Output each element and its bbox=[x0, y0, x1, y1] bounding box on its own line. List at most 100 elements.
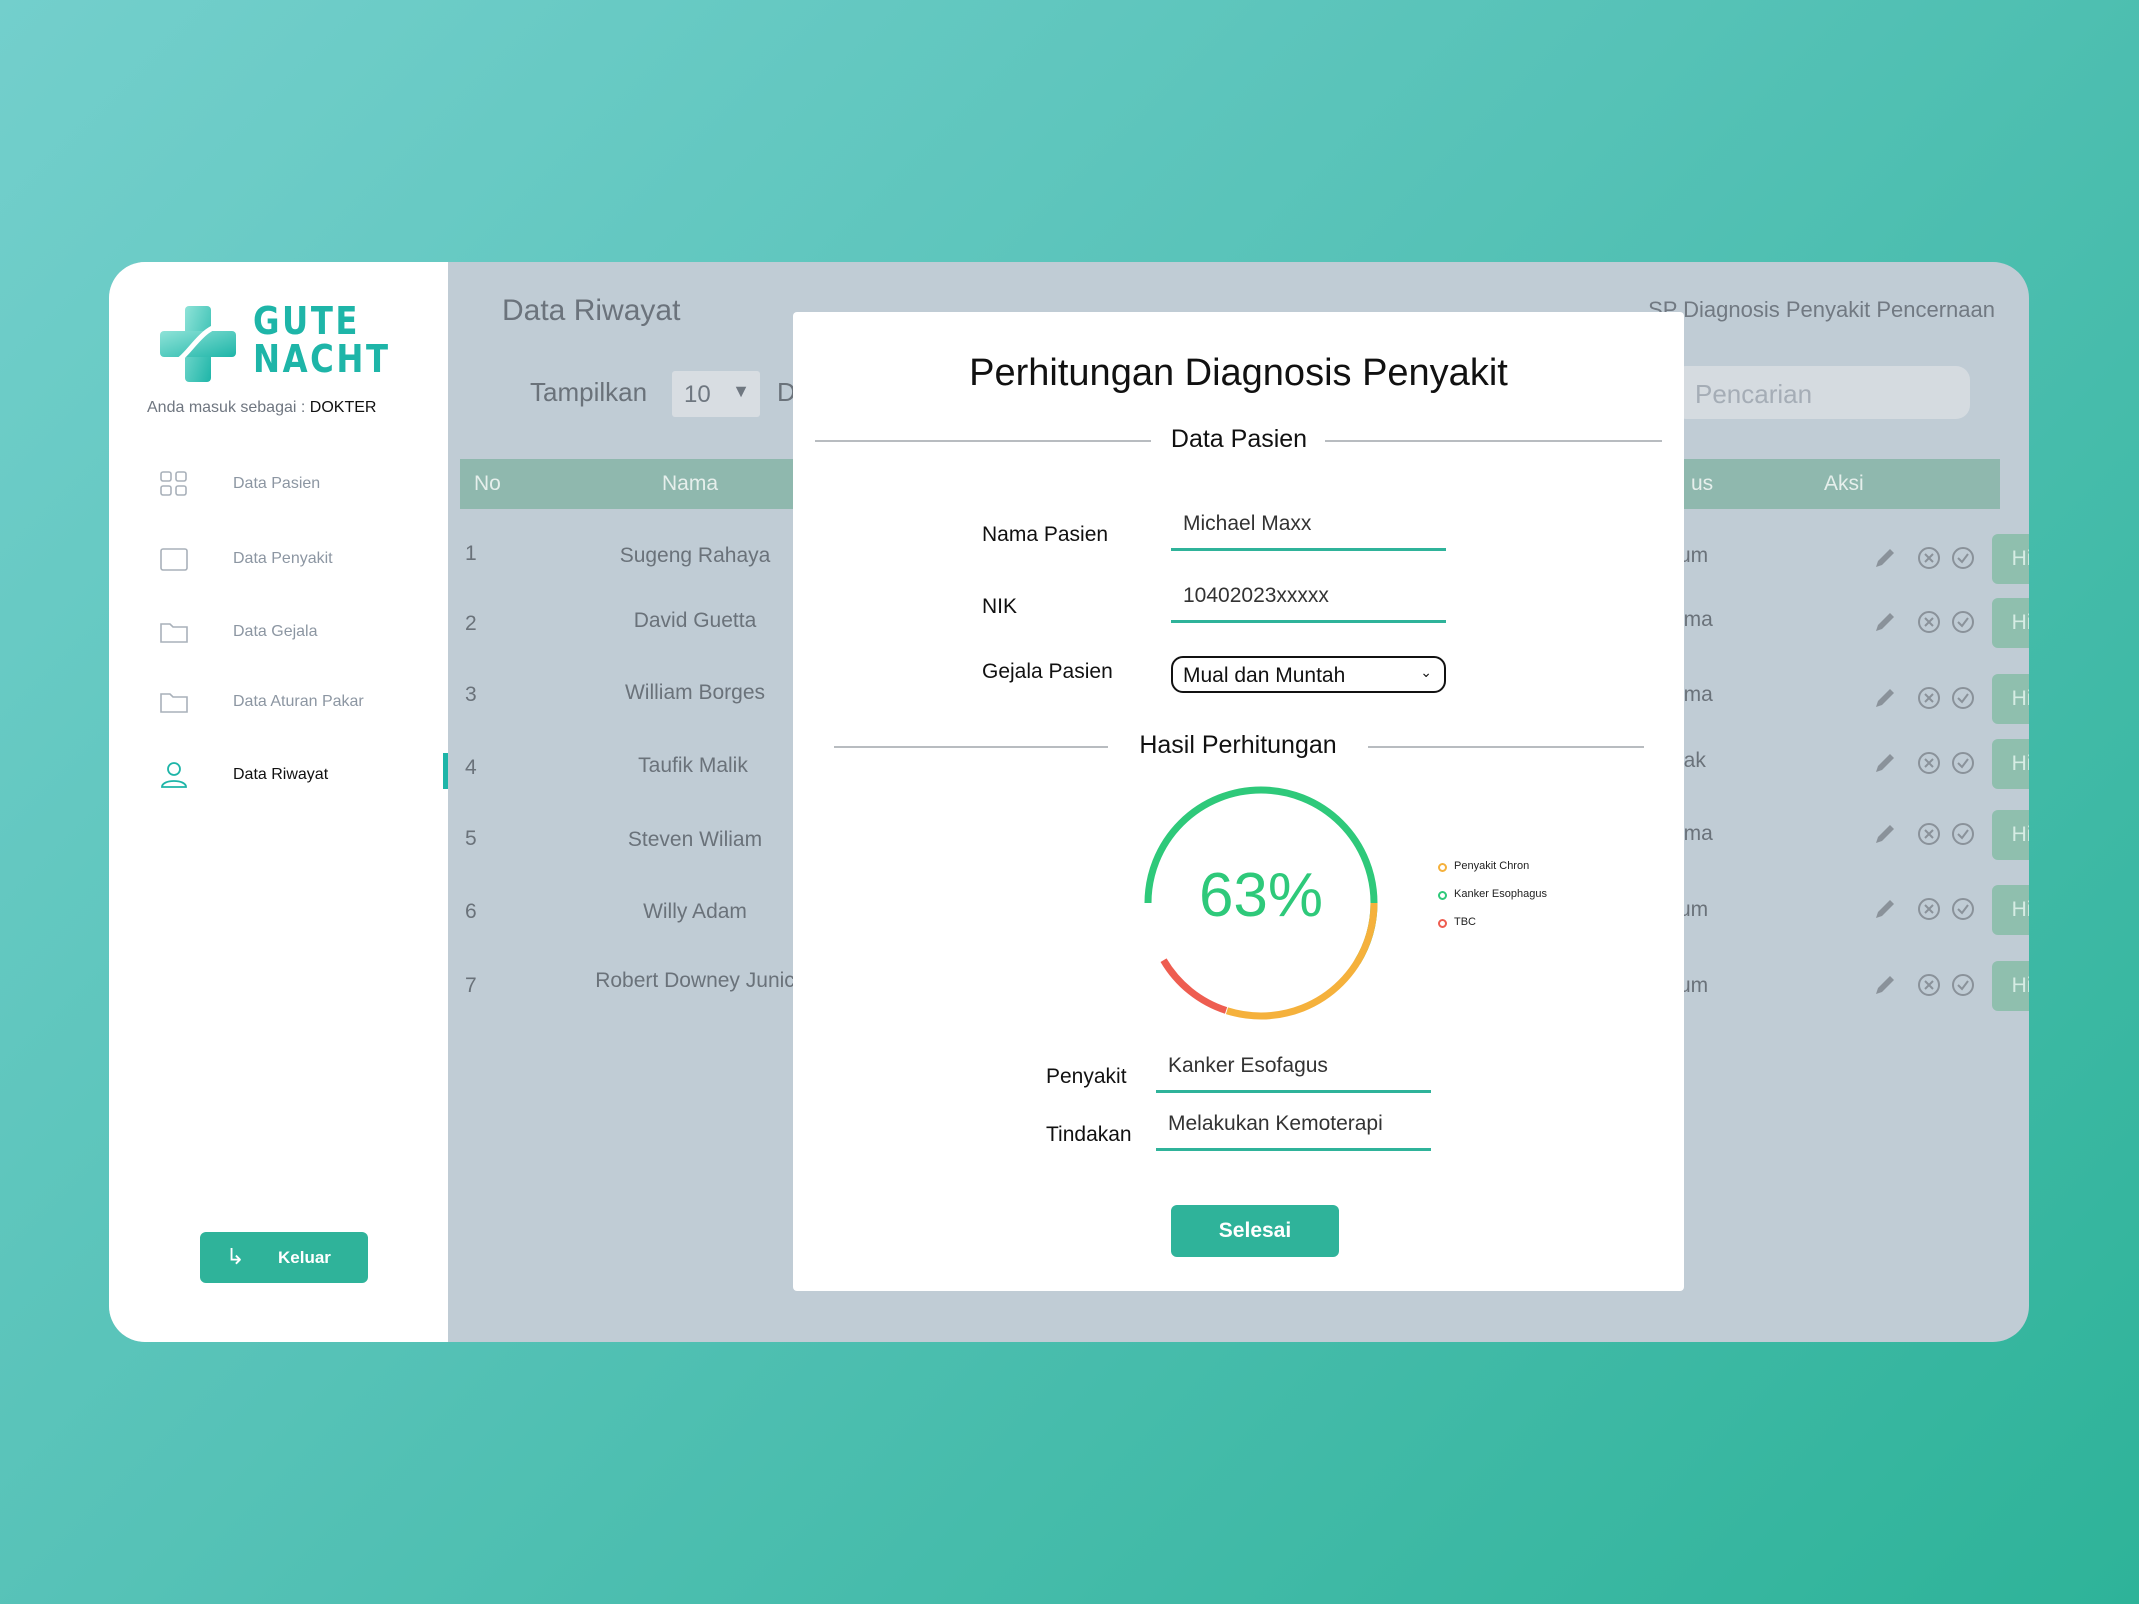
legend-label: Penyakit Chron bbox=[1454, 860, 1530, 872]
folder-icon bbox=[160, 623, 188, 643]
sidebar-item-data-riwayat[interactable]: Data Riwayat bbox=[149, 755, 448, 795]
hitung-button[interactable]: Hitung bbox=[1992, 961, 2029, 1011]
search-placeholder: Pencarian bbox=[1695, 379, 1813, 409]
check-circle-icon[interactable] bbox=[1950, 896, 1976, 922]
sidebar-item-data-aturan-pakar[interactable]: Data Aturan Pakar bbox=[149, 682, 448, 722]
edit-icon[interactable] bbox=[1872, 750, 1898, 776]
symptom-value: Mual dan Muntah bbox=[1183, 664, 1346, 687]
logo-line-2: NACHT bbox=[253, 337, 391, 381]
divider bbox=[1368, 746, 1644, 748]
divider bbox=[1325, 440, 1662, 442]
logo-cross-icon bbox=[160, 306, 236, 382]
close-circle-icon[interactable] bbox=[1916, 609, 1942, 635]
sidebar-item-label: Data Riwayat bbox=[233, 766, 329, 783]
symptom-label: Gejala Pasien bbox=[982, 660, 1113, 683]
hitung-button[interactable]: Hitung bbox=[1992, 885, 2029, 935]
legend-dot-icon bbox=[1438, 891, 1447, 900]
show-entries-label: Tampilkan bbox=[530, 377, 648, 407]
search-input[interactable]: Pencarian bbox=[1672, 366, 1970, 419]
nik-field[interactable]: 10402023xxxxx bbox=[1171, 578, 1446, 623]
gauge-value: 63% bbox=[1198, 861, 1324, 930]
app-title: SP Diagnosis Penyakit Pencernaan bbox=[1648, 297, 1995, 322]
page-title: Data Riwayat bbox=[502, 294, 681, 327]
legend-label: Kanker Esophagus bbox=[1454, 888, 1547, 900]
symptom-select[interactable]: Mual dan Muntah ⌄ bbox=[1171, 656, 1446, 693]
row-actions: Hitung bbox=[1872, 810, 2029, 860]
show-entries-value: 10 bbox=[684, 381, 711, 408]
sidebar-item-label: Data Aturan Pakar bbox=[233, 693, 364, 710]
dropdown-arrow-icon: ▼ bbox=[732, 381, 750, 401]
logo-line-1: GUTE bbox=[253, 299, 361, 343]
patient-name-label: Nama Pasien bbox=[982, 523, 1109, 546]
edit-icon[interactable] bbox=[1872, 821, 1898, 847]
check-circle-icon[interactable] bbox=[1950, 750, 1976, 776]
folder-icon bbox=[160, 693, 188, 713]
edit-icon[interactable] bbox=[1872, 545, 1898, 571]
row-actions: Hitung bbox=[1872, 598, 2029, 648]
login-info: Anda masuk sebagai : DOKTER bbox=[147, 399, 376, 417]
patient-name-value: Michael Maxx bbox=[1183, 512, 1312, 535]
hitung-button[interactable]: Hitung bbox=[1992, 534, 2029, 584]
hitung-button[interactable]: Hitung bbox=[1992, 810, 2029, 860]
row-no: 2 bbox=[465, 612, 477, 635]
sidebar-item-label: Data Penyakit bbox=[233, 550, 333, 567]
close-circle-icon[interactable] bbox=[1916, 685, 1942, 711]
disease-field: Kanker Esofagus bbox=[1156, 1048, 1431, 1093]
check-circle-icon[interactable] bbox=[1950, 821, 1976, 847]
section-title-patient: Data Pasien bbox=[1170, 425, 1308, 453]
check-circle-icon[interactable] bbox=[1950, 545, 1976, 571]
row-actions: Hitung bbox=[1872, 739, 2029, 789]
edit-icon[interactable] bbox=[1872, 972, 1898, 998]
sidebar-item-data-penyakit[interactable]: Data Penyakit bbox=[149, 539, 448, 579]
row-no: 5 bbox=[465, 827, 477, 850]
logout-button[interactable]: ↳ Keluar bbox=[200, 1232, 368, 1283]
column-header-aksi: Aksi bbox=[1824, 472, 1864, 495]
sidebar-item-data-gejala[interactable]: Data Gejala bbox=[149, 612, 448, 652]
check-circle-icon[interactable] bbox=[1950, 609, 1976, 635]
divider bbox=[834, 746, 1108, 748]
login-prefix: Anda masuk sebagai : bbox=[147, 399, 310, 416]
logo-text: GUTE NACHT bbox=[253, 302, 391, 378]
square-icon bbox=[160, 548, 188, 571]
login-role: DOKTER bbox=[309, 399, 377, 416]
action-label: Tindakan bbox=[1046, 1123, 1132, 1146]
hitung-button[interactable]: Hitung bbox=[1992, 674, 2029, 724]
sidebar-item-data-pasien[interactable]: Data Pasien bbox=[149, 464, 448, 504]
edit-icon[interactable] bbox=[1872, 685, 1898, 711]
legend-label: TBC bbox=[1454, 916, 1476, 928]
check-circle-icon[interactable] bbox=[1950, 685, 1976, 711]
hitung-button[interactable]: Hitung bbox=[1992, 598, 2029, 648]
sidebar-item-label: Data Pasien bbox=[233, 475, 321, 492]
chevron-down-icon: ⌄ bbox=[1420, 664, 1432, 680]
column-header-status: us bbox=[1691, 472, 1714, 495]
logout-arrow-icon: ↳ bbox=[226, 1244, 245, 1269]
check-circle-icon[interactable] bbox=[1950, 972, 1976, 998]
row-no: 1 bbox=[465, 542, 477, 565]
close-circle-icon[interactable] bbox=[1916, 972, 1942, 998]
done-button[interactable]: Selesai bbox=[1171, 1205, 1339, 1257]
sidebar: GUTE NACHT Anda masuk sebagai : DOKTER D… bbox=[109, 262, 448, 1342]
row-status: ima bbox=[1679, 822, 1713, 845]
legend-dot-icon bbox=[1438, 863, 1447, 872]
edit-icon[interactable] bbox=[1872, 609, 1898, 635]
disease-value: Kanker Esofagus bbox=[1168, 1054, 1328, 1077]
show-entries-select[interactable]: 10 ▼ bbox=[672, 371, 760, 417]
close-circle-icon[interactable] bbox=[1916, 821, 1942, 847]
close-circle-icon[interactable] bbox=[1916, 545, 1942, 571]
legend-dot-icon bbox=[1438, 919, 1447, 928]
row-no: 6 bbox=[465, 900, 477, 923]
close-circle-icon[interactable] bbox=[1916, 750, 1942, 776]
patient-name-field[interactable]: Michael Maxx bbox=[1171, 506, 1446, 551]
hitung-button[interactable]: Hitung bbox=[1992, 739, 2029, 789]
logout-label: Keluar bbox=[278, 1248, 331, 1267]
section-title-result: Hasil Perhitungan bbox=[1139, 731, 1337, 759]
row-no: 3 bbox=[465, 683, 477, 706]
divider bbox=[815, 440, 1151, 442]
close-circle-icon[interactable] bbox=[1916, 896, 1942, 922]
grid-icon bbox=[160, 471, 187, 496]
edit-icon[interactable] bbox=[1872, 896, 1898, 922]
row-no: 7 bbox=[465, 974, 477, 997]
column-header-nama: Nama bbox=[662, 472, 719, 495]
action-value: Melakukan Kemoterapi bbox=[1168, 1112, 1383, 1135]
row-status: ima bbox=[1679, 608, 1713, 631]
